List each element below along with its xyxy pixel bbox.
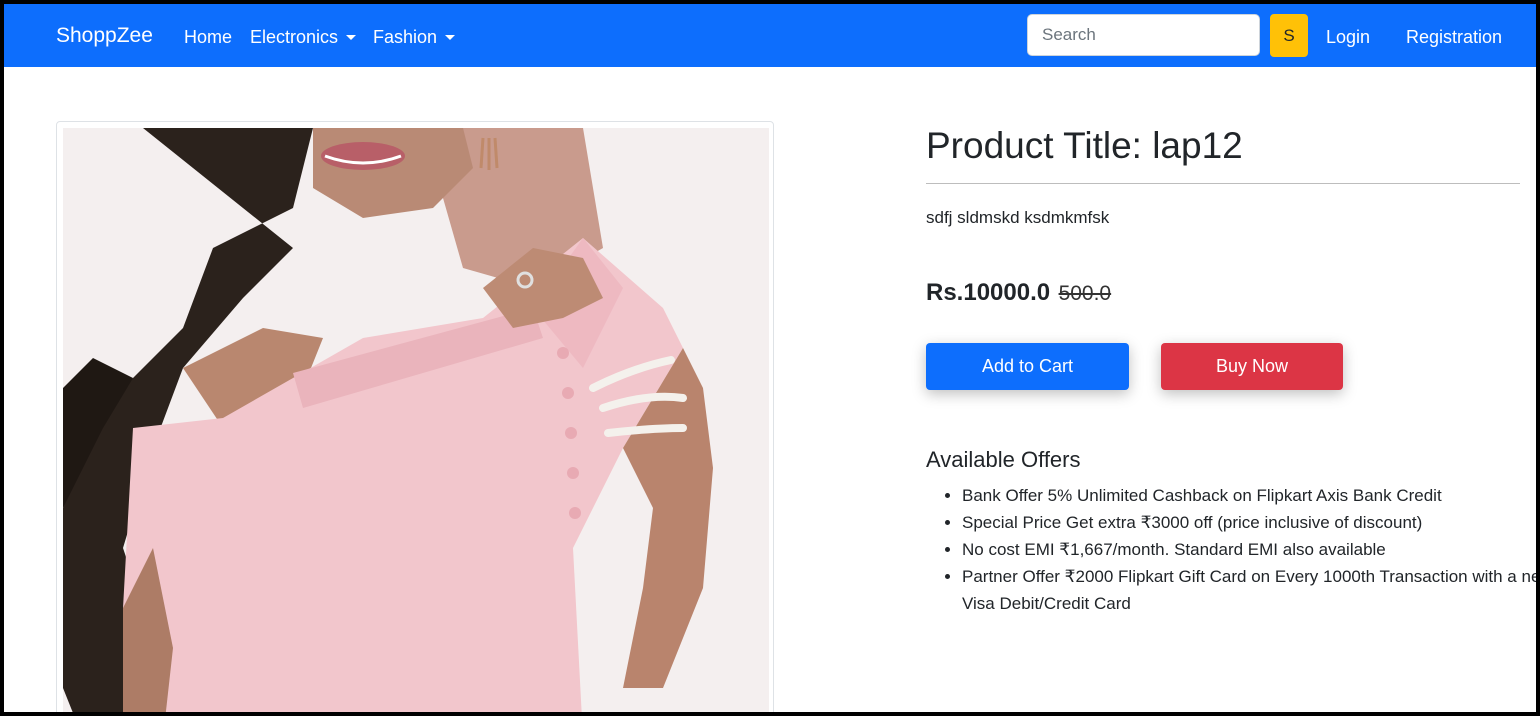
caret-down-icon xyxy=(445,35,456,40)
product-description: sdfj sldmskd ksdmkmfsk xyxy=(926,208,1110,227)
offers-heading: Available Offers xyxy=(926,447,1081,472)
product-image xyxy=(63,128,769,712)
offer-item: No cost EMI ₹1,667/month. Standard EMI a… xyxy=(962,536,1536,563)
title-divider xyxy=(926,183,1520,184)
nav-login-link[interactable]: Login xyxy=(1326,25,1370,49)
nav-fashion-dropdown[interactable]: Fashion xyxy=(373,25,456,49)
add-to-cart-button[interactable]: Add to Cart xyxy=(926,343,1129,390)
product-image-card xyxy=(56,121,774,712)
top-navbar: ShoppZee Home Electronics Fashion S Logi… xyxy=(4,4,1536,67)
offer-item: Partner Offer ₹2000 Flipkart Gift Card o… xyxy=(962,563,1536,617)
browser-viewport: ShoppZee Home Electronics Fashion S Logi… xyxy=(4,4,1536,712)
offers-list: Bank Offer 5% Unlimited Cashback on Flip… xyxy=(926,482,1536,617)
search-button[interactable]: S xyxy=(1270,14,1308,57)
nav-home-link[interactable]: Home xyxy=(184,25,232,49)
search-input[interactable] xyxy=(1027,14,1260,56)
brand-logo[interactable]: ShoppZee xyxy=(56,22,153,50)
nav-electronics-label: Electronics xyxy=(250,27,339,47)
nav-fashion-label: Fashion xyxy=(373,27,438,47)
buy-now-button[interactable]: Buy Now xyxy=(1161,343,1343,390)
nav-electronics-dropdown[interactable]: Electronics xyxy=(250,25,357,49)
offer-item: Bank Offer 5% Unlimited Cashback on Flip… xyxy=(962,482,1536,509)
nav-registration-link[interactable]: Registration xyxy=(1406,25,1502,49)
price-row: Rs.10000.0 500.0 xyxy=(926,277,1111,310)
caret-down-icon xyxy=(346,35,357,40)
original-price: 500.0 xyxy=(1058,282,1112,305)
current-price: Rs.10000.0 xyxy=(926,279,1051,306)
product-title: Product Title: lap12 xyxy=(926,125,1243,166)
offer-item: Special Price Get extra ₹3000 off (price… xyxy=(962,509,1536,536)
